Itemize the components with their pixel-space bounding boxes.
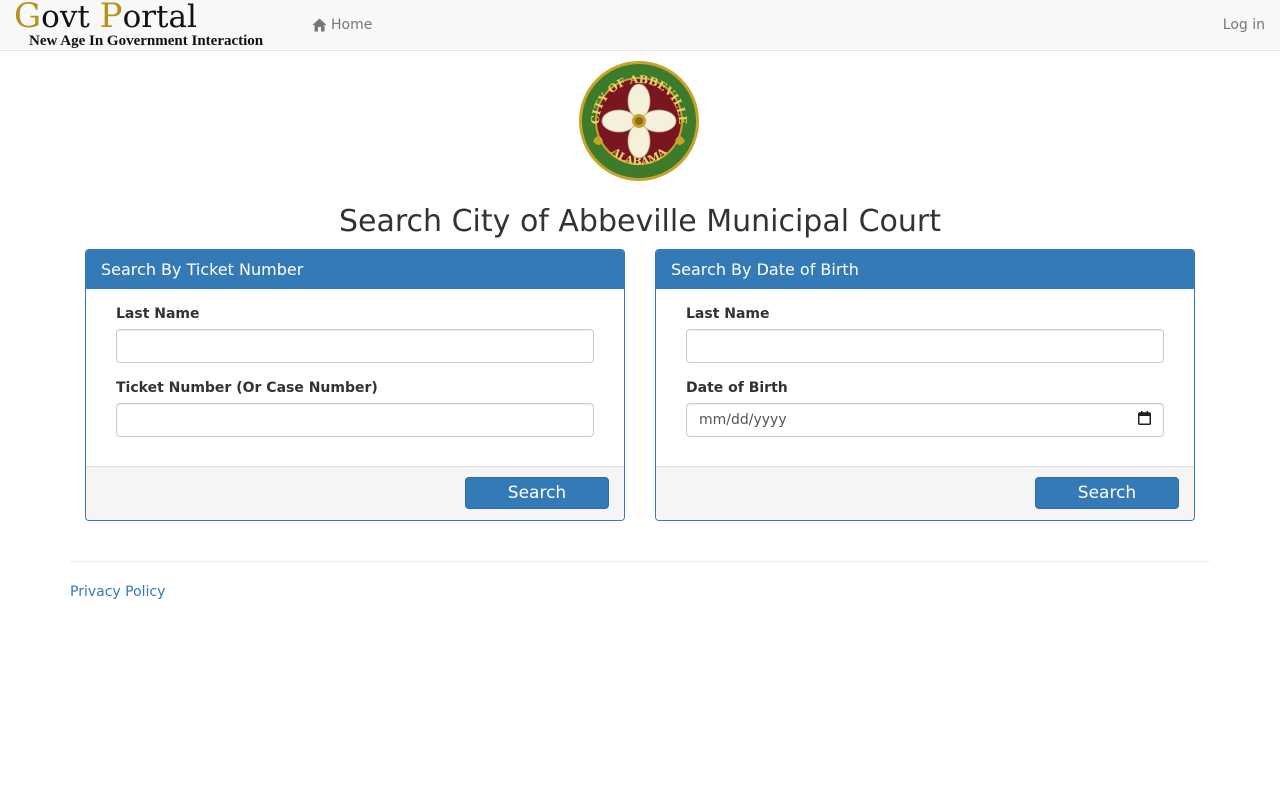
dob-last-name-input[interactable]	[686, 329, 1164, 363]
dob-last-name-label: Last Name	[686, 306, 770, 322]
ticket-last-name-input[interactable]	[116, 329, 594, 363]
dob-label: Date of Birth	[686, 380, 788, 396]
brand-logo-link[interactable]: Govt Portal New Age In Government Intera…	[14, 0, 284, 50]
page-title: Search City of Abbeville Municipal Court	[339, 204, 941, 239]
dob-panel-footer: Search	[656, 466, 1194, 520]
ticket-panel-footer: Search	[86, 466, 624, 520]
nav-home-link[interactable]: Home	[312, 15, 372, 35]
brand-word-govt: ovt	[41, 0, 100, 35]
ticket-panel-heading: Search By Ticket Number	[86, 250, 624, 289]
dob-panel-body: Last Name Date of Birth mm/dd/yyyy	[656, 289, 1194, 467]
navbar: Govt Portal New Age In Government Intera…	[0, 0, 1280, 51]
brand-subtitle: New Age In Government Interaction	[29, 33, 264, 49]
brand-word-portal: ortal	[122, 0, 197, 35]
nav-login-link[interactable]: Log in	[1223, 15, 1265, 35]
brand-initial-p: P	[99, 0, 123, 36]
home-icon	[312, 18, 327, 32]
ticket-number-input[interactable]	[116, 403, 594, 437]
ticket-panel-body: Last Name Ticket Number (Or Case Number)	[86, 289, 624, 467]
dob-placeholder: mm/dd/yyyy	[699, 412, 787, 428]
dob-panel-heading: Search By Date of Birth	[656, 250, 1194, 289]
ticket-search-button[interactable]: Search	[465, 477, 609, 509]
ticket-last-name-label: Last Name	[116, 306, 200, 322]
nav-home-label: Home	[331, 17, 373, 33]
dob-date-input[interactable]: mm/dd/yyyy	[686, 403, 1164, 437]
ticket-number-label: Ticket Number (Or Case Number)	[116, 380, 378, 396]
brand-initial-g: G	[14, 0, 42, 36]
ticket-search-panel: Search By Ticket Number Last Name Ticket…	[85, 249, 625, 521]
city-seal: CITY OF ABBEVILLE ALABAMA	[577, 61, 701, 181]
calendar-icon[interactable]	[1138, 411, 1151, 429]
privacy-policy-link[interactable]: Privacy Policy	[70, 582, 165, 602]
dob-search-panel: Search By Date of Birth Last Name Date o…	[655, 249, 1195, 521]
footer-divider	[70, 561, 1210, 562]
dob-search-button[interactable]: Search	[1035, 477, 1179, 509]
